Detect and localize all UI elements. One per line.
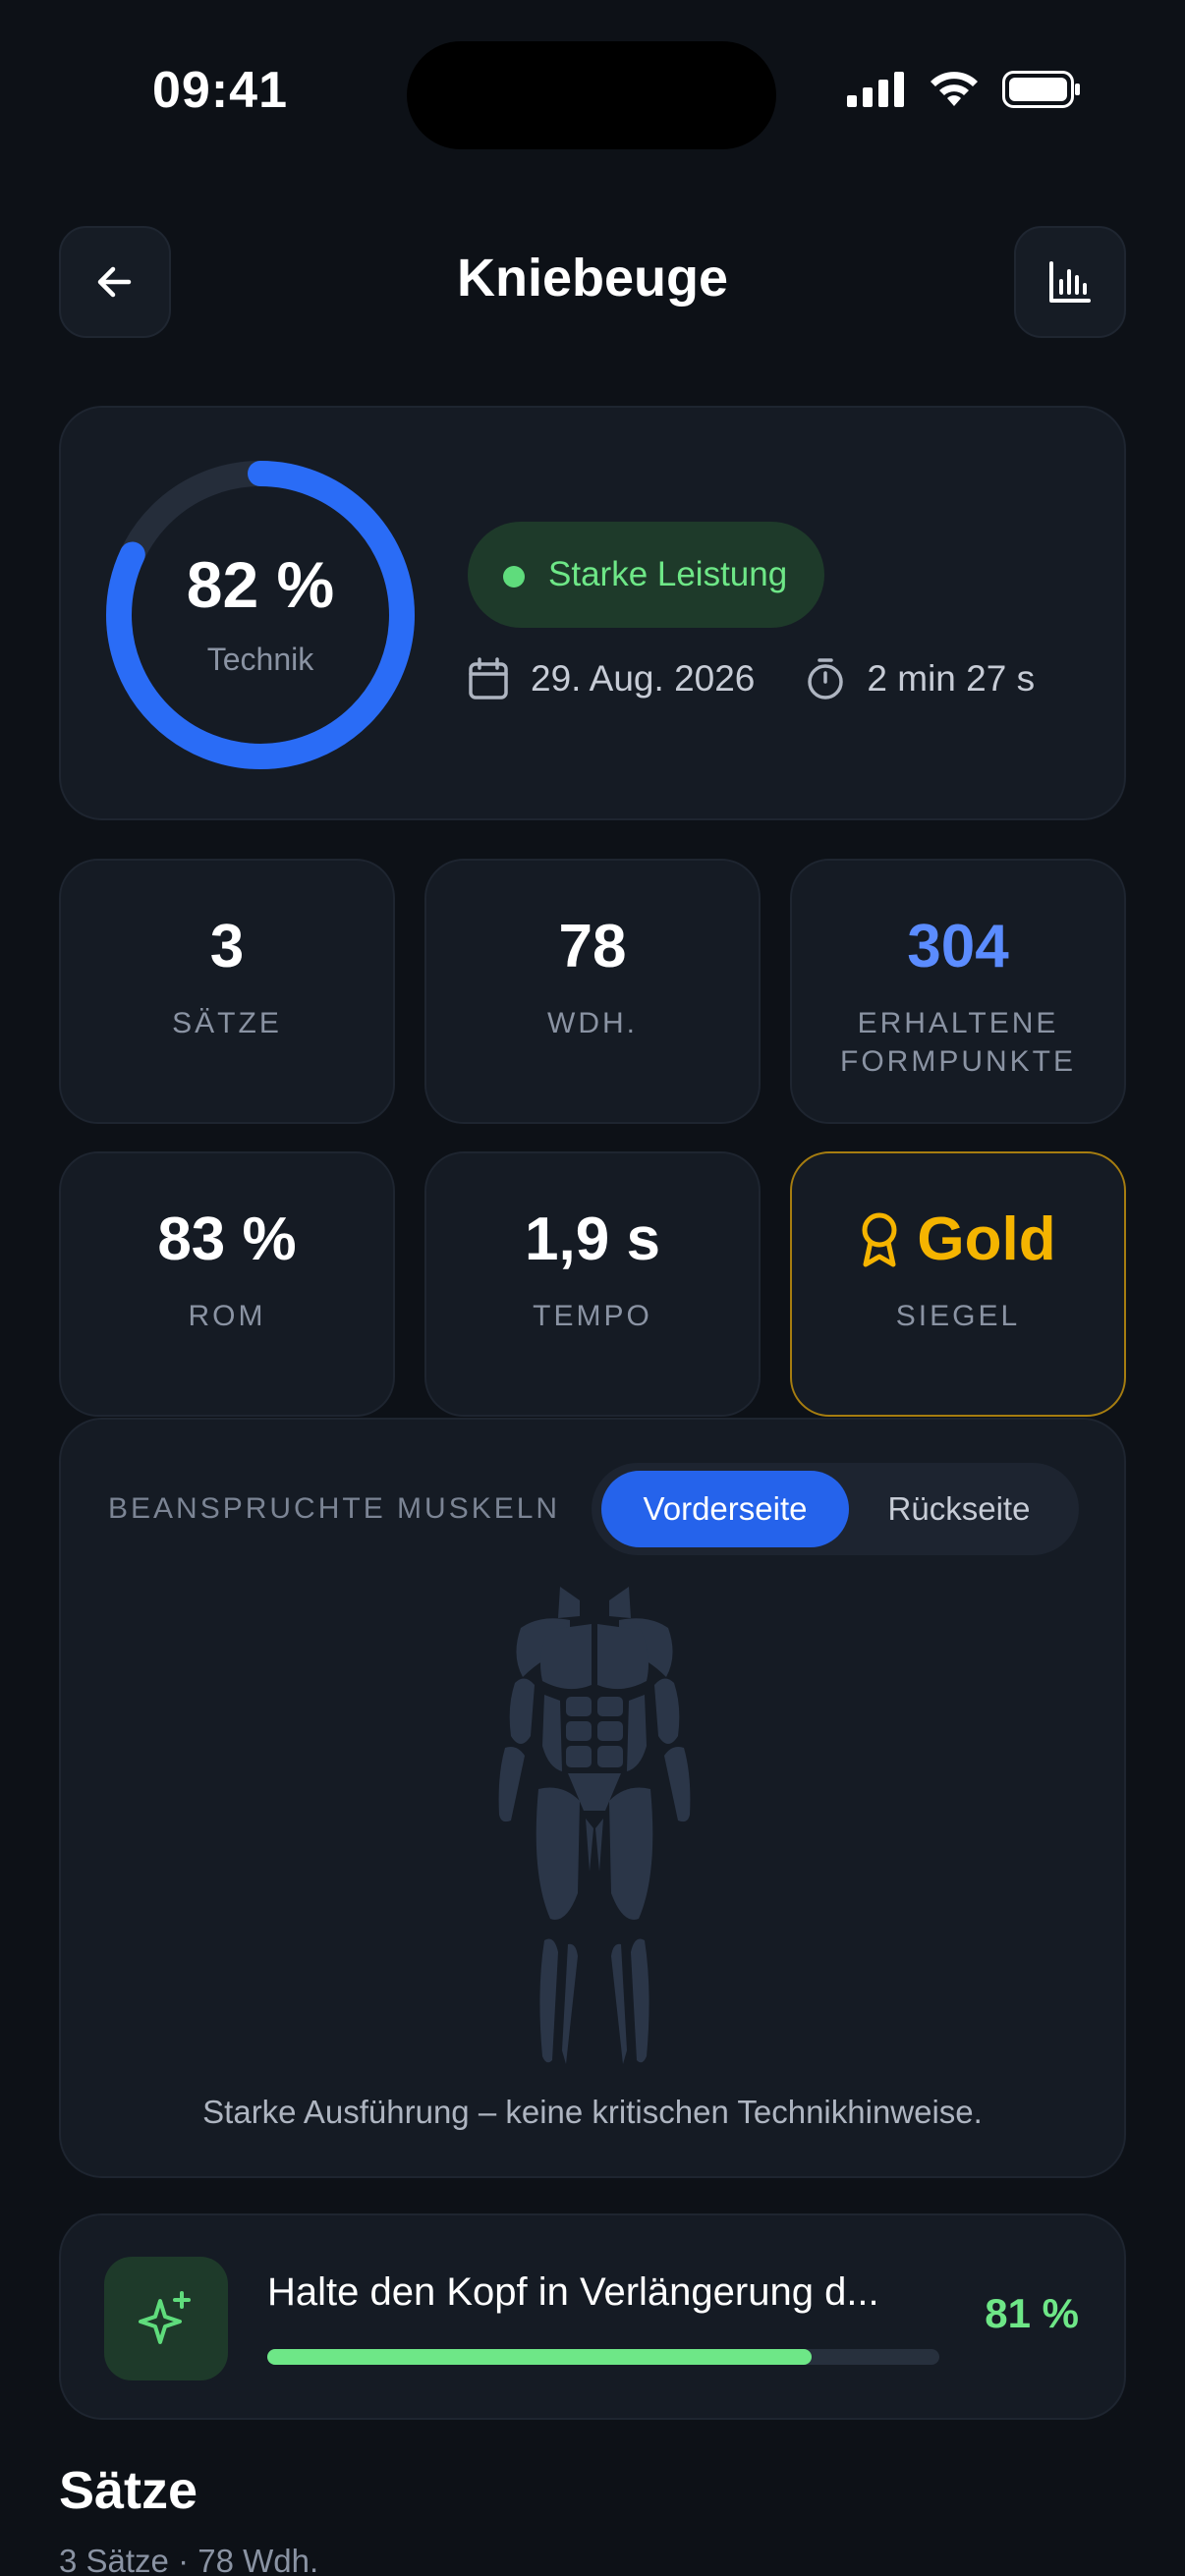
tip-progress-bar: [267, 2349, 939, 2365]
seal-value: Gold: [792, 1204, 1124, 1274]
calendar-icon: [469, 657, 508, 700]
stat-label: ERHALTENE FORMPUNKTE: [840, 1007, 1076, 1078]
stat-value: 304: [907, 913, 1009, 980]
session-duration-text: 2 min 27 s: [867, 658, 1036, 699]
stat-value: 1,9 s: [525, 1205, 660, 1273]
seal-value-text: Gold: [917, 1205, 1056, 1273]
performance-badge-label: Starke Leistung: [548, 555, 788, 593]
technique-percent: 82 %: [186, 548, 335, 621]
tip-icon-box: [104, 2257, 228, 2380]
sets-title: Sätze: [59, 2461, 198, 2520]
dynamic-island: [407, 41, 776, 149]
session-meta: 29. Aug. 2026 2 min 27 s: [468, 657, 1035, 700]
stat-label: ROM: [188, 1300, 266, 1332]
session-date-text: 29. Aug. 2026: [531, 658, 756, 699]
sets-subtitle: 3 Sätze · 78 Wdh.: [59, 2543, 319, 2576]
battery-icon: [1002, 71, 1080, 108]
stat-label: WDH.: [547, 1007, 638, 1039]
stopwatch-icon: [808, 658, 844, 700]
muscles-title: BEANSPRUCHTE MUSKELN: [108, 1492, 561, 1525]
performance-badge: Starke Leistung: [468, 522, 825, 628]
score-card: 82 % Technik Starke Leistung 29. Aug. 20…: [59, 406, 1126, 820]
status-time: 09:41: [152, 62, 288, 119]
technique-label: Technik: [206, 642, 314, 677]
session-date: 29. Aug. 2026: [468, 657, 755, 700]
stat-label: TEMPO: [533, 1300, 652, 1332]
stat-value: 83 %: [157, 1205, 297, 1273]
stat-tile-form-points: 304 ERHALTENE FORMPUNKTE: [790, 859, 1126, 1124]
stat-tile-rom: 83 % ROM: [59, 1151, 395, 1417]
stat-value: 78: [558, 913, 627, 980]
stat-tile-sets: 3 SÄTZE: [59, 859, 395, 1124]
sparkle-icon: [139, 2291, 191, 2344]
status-icons: [847, 71, 1081, 108]
stat-value: 3: [209, 913, 245, 980]
muscles-note: Starke Ausführung – keine kritischen Tec…: [202, 2094, 983, 2130]
stat-tile-reps: 78 WDH.: [424, 859, 761, 1124]
stat-tile-tempo: 1,9 s TEMPO: [424, 1151, 761, 1417]
stat-label: SIEGEL: [895, 1300, 1021, 1332]
tab-front[interactable]: Vorderseite: [601, 1471, 849, 1547]
muscle-body-figure: [498, 1587, 691, 2064]
session-duration: 2 min 27 s: [806, 657, 1035, 700]
status-bar: 09:41: [0, 0, 1185, 177]
tip-text: Halte den Kopf in Verlängerung d...: [267, 2270, 879, 2314]
medal-icon: [862, 1212, 897, 1266]
status-dot: [503, 566, 525, 588]
statistics-button[interactable]: [1014, 226, 1126, 338]
tip-percent: 81 %: [985, 2290, 1079, 2336]
wifi-icon: [931, 72, 978, 106]
signal-icon: [847, 72, 904, 107]
muscles-card: BEANSPRUCHTE MUSKELN Vorderseite Rücksei…: [59, 1418, 1126, 2178]
body-side-toggle: Vorderseite Rückseite: [592, 1463, 1079, 1555]
tip-progress-fill: [267, 2349, 813, 2365]
page-title: Kniebeuge: [456, 249, 729, 308]
tab-back[interactable]: Rückseite: [849, 1471, 1069, 1547]
stat-tile-seal: Gold SIEGEL: [790, 1151, 1126, 1417]
bar-chart-icon: [1049, 261, 1091, 303]
tip-card[interactable]: Halte den Kopf in Verlängerung d... 81 %: [59, 2213, 1126, 2420]
stat-label: SÄTZE: [172, 1007, 282, 1039]
